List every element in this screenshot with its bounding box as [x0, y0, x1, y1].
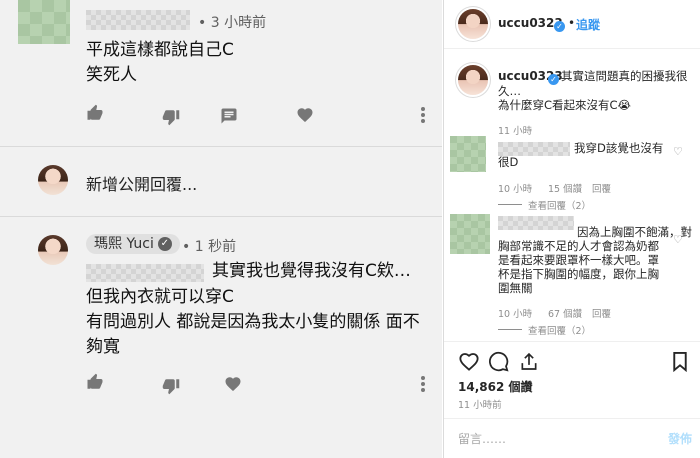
comment-text-line: 杯是指下胸圍的幅度，跟你上胸 [498, 267, 659, 281]
verified-check-icon: ✓ [157, 237, 172, 251]
comment-text-line: 很D [498, 155, 519, 169]
caption-text-line: 為什麼穿C看起來沒有C😭 [498, 98, 631, 112]
divider [0, 216, 442, 217]
share-icon[interactable] [519, 351, 539, 376]
like-heart-icon[interactable] [458, 351, 480, 375]
thumbs-up-icon[interactable] [86, 373, 104, 395]
youtube-comments-panel: • 3 小時前 平成這樣都說自己C 笑死人 新增公開回覆... 瑪熙 Yuci ✓… [0, 0, 442, 458]
comment-text-line: 是看起來要跟罩杯一樣大吧。罩 [498, 253, 659, 267]
follow-button[interactable]: 追蹤 [576, 16, 600, 33]
reply-author-name: 瑪熙 Yuci [94, 236, 154, 252]
instagram-post-panel: uccu0323 ✓ • 追蹤 uccu0323 ✓ 其實這問題真的困擾我很 久… [443, 0, 700, 458]
caption-time: 11 小時 [498, 126, 533, 137]
thumbs-down-icon[interactable] [162, 108, 180, 130]
post-timestamp: 11 小時前 [458, 400, 502, 411]
view-replies-link[interactable]: 查看回覆（2） [528, 198, 591, 212]
commenter-avatar-blurred [450, 136, 486, 172]
comment-like-heart-icon[interactable]: ♡ [673, 233, 683, 246]
commenter-avatar-blurred [18, 0, 70, 44]
comment-text-line: 胸部常識不足的人才會認為奶都 [498, 239, 659, 253]
caption-text-line: 久… [498, 84, 521, 98]
add-comment-input[interactable]: 留言…… [458, 430, 506, 447]
verified-badge-icon: ✓ [548, 74, 559, 85]
comment-timestamp: • 3 小時前 [198, 15, 267, 31]
input-divider [444, 418, 700, 419]
commenter-avatar-blurred [450, 214, 490, 254]
current-user-avatar [38, 165, 68, 195]
comment-time: 10 小時 [498, 184, 533, 195]
comment-reply-button[interactable]: 回覆 [592, 306, 611, 320]
reply-author-avatar [38, 235, 68, 265]
more-vertical-icon[interactable] [420, 375, 426, 397]
save-bookmark-icon[interactable] [672, 351, 688, 376]
comment-reply-button[interactable]: 回覆 [592, 181, 611, 195]
reply-text-line: 但我內衣就可以穿C [86, 287, 234, 307]
thumbs-up-icon[interactable] [86, 104, 104, 126]
post-like-count[interactable]: 14,862 個讚 [458, 378, 533, 395]
commenter-name-blurred [86, 10, 190, 30]
heart-icon[interactable] [296, 106, 314, 128]
author-name-badge[interactable]: 瑪熙 Yuci ✓ [86, 234, 180, 254]
reply-text-line: 夠寬 [86, 337, 120, 357]
mention-blurred [86, 264, 204, 282]
view-replies-link[interactable]: 查看回覆（2） [528, 323, 591, 337]
reply-text-line: 有問過別人 都說是因為我太小隻的關係 面不 [86, 312, 420, 332]
verified-badge-icon: ✓ [554, 21, 565, 32]
comment-text-line: 我穿D該覺也沒有 [574, 141, 664, 155]
more-vertical-icon[interactable] [420, 106, 426, 128]
comment-likes[interactable]: 67 個讚 [548, 306, 582, 320]
comment-text-line: 平成這樣都說自己C [86, 40, 234, 60]
reply-text-line: 其實我也覺得我沒有C欸… [212, 261, 411, 281]
divider [0, 146, 442, 147]
view-replies-line [498, 329, 522, 330]
comment-time: 10 小時 [498, 309, 533, 320]
heart-icon[interactable] [224, 375, 242, 397]
profile-username[interactable]: uccu0323 [498, 16, 563, 30]
comment-like-heart-icon[interactable]: ♡ [673, 145, 683, 158]
caption-avatar[interactable] [458, 65, 488, 95]
comment-text-line: 圍無關 [498, 281, 533, 295]
header-divider [444, 48, 700, 49]
caption-text-line: 其實這問題真的困擾我很 [561, 69, 688, 83]
commenter-name-blurred [498, 216, 574, 230]
profile-avatar[interactable] [458, 9, 488, 39]
view-replies-line [498, 204, 522, 205]
comment-text-line: 笑死人 [86, 65, 137, 85]
reply-comment-icon[interactable] [220, 107, 238, 129]
comment-likes[interactable]: 15 個讚 [548, 181, 582, 195]
add-public-reply-input[interactable]: 新增公開回覆... [86, 171, 197, 195]
commenter-name-blurred [498, 142, 570, 156]
thumbs-down-icon[interactable] [162, 377, 180, 399]
comment-bubble-icon[interactable] [488, 351, 509, 376]
post-comment-button[interactable]: 發佈 [668, 430, 692, 447]
actions-divider [444, 341, 700, 342]
reply-timestamp: • 1 秒前 [182, 239, 237, 255]
